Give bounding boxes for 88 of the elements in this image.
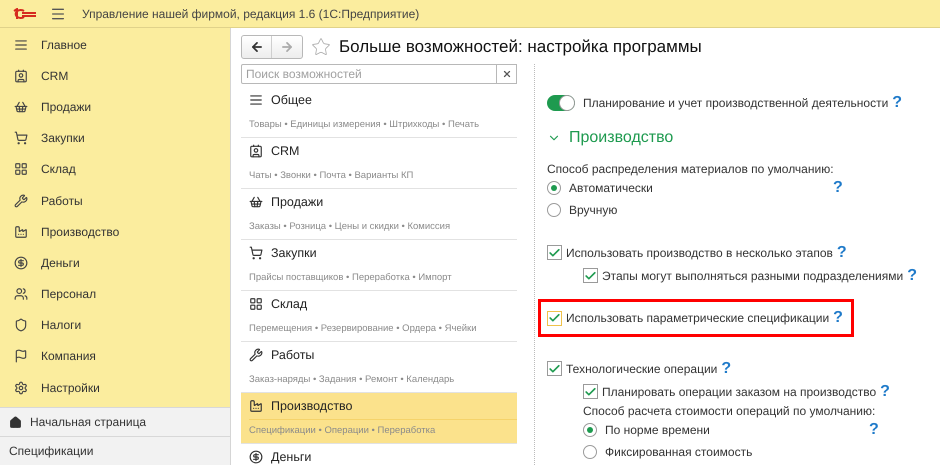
sidebar-item[interactable]: Главное xyxy=(0,29,230,60)
grid-icon xyxy=(14,162,28,176)
home-link[interactable]: Начальная страница xyxy=(0,407,230,436)
wrench-icon xyxy=(249,348,263,362)
clear-button[interactable] xyxy=(497,64,517,84)
grid-icon xyxy=(249,297,263,311)
category-item[interactable]: Общее Товары • Единицы измерения • Штрихкоды • Печать xyxy=(241,87,517,138)
sidebar-item[interactable]: Настройки xyxy=(0,372,230,404)
sidebar-item[interactable]: Деньги xyxy=(0,247,230,278)
category-item[interactable]: Деньги xyxy=(241,444,517,465)
close-icon xyxy=(502,69,512,79)
open-tab[interactable]: Спецификации xyxy=(0,436,230,465)
lines-icon xyxy=(14,38,28,52)
contact-card-icon xyxy=(249,144,263,158)
help-link[interactable]: ? xyxy=(836,240,847,264)
sidebar-item[interactable]: Производство xyxy=(0,216,230,248)
setting-label: Способ расчета стоимости операций по умолчанию: xyxy=(583,403,876,420)
category-subtitle: Перемещения • Резервирование • Ордера • Ячейки xyxy=(249,322,476,336)
search-field[interactable]: Поиск возможностей xyxy=(241,64,497,84)
star-icon[interactable] xyxy=(311,37,331,57)
wrench-icon xyxy=(14,194,28,208)
sidebar-item[interactable]: CRM xyxy=(0,60,230,92)
radio-button[interactable] xyxy=(547,181,561,195)
help-link[interactable]: ? xyxy=(880,380,890,404)
checkbox[interactable] xyxy=(583,384,598,399)
category-subtitle: Товары • Единицы измерения • Штрихкоды • Печать xyxy=(249,118,480,132)
category-subtitle: Заказы • Розница • Цены и скидки • Комиссия xyxy=(249,220,450,234)
home-icon xyxy=(9,416,22,428)
setting-label: Способ распределения материалов по умолчанию: xyxy=(547,161,834,178)
cart-icon xyxy=(14,131,28,146)
checkbox-label[interactable]: Технологические операции xyxy=(566,360,718,378)
sidebar-item[interactable]: Персонал xyxy=(0,278,230,310)
checkbox-label[interactable]: Планировать операции заказом на производство xyxy=(602,382,876,400)
factory-icon xyxy=(14,224,28,239)
checkbox[interactable] xyxy=(547,361,562,376)
checkbox-label[interactable]: Использовать параметрические спецификации xyxy=(566,309,830,327)
category-subtitle: Прайсы поставщиков • Переработка • Импорт xyxy=(249,270,452,285)
checkbox[interactable] xyxy=(547,310,562,326)
page-title: Больше возможностей: настройка программы xyxy=(339,36,702,58)
sidebar-item[interactable]: Закупки xyxy=(0,122,230,154)
settings-icon xyxy=(14,380,28,395)
coin-icon xyxy=(249,450,263,464)
shield-icon xyxy=(14,318,28,332)
help-link[interactable]: ? xyxy=(833,306,843,330)
factory-icon xyxy=(249,399,263,413)
lines-icon xyxy=(249,93,263,107)
category-item[interactable]: Закупки Прайсы поставщиков • Переработка • Импорт xyxy=(241,240,517,291)
logo-icon xyxy=(12,8,38,20)
menu-icon[interactable] xyxy=(50,6,66,22)
category-item[interactable]: Производство Спецификации • Операции • Переработка xyxy=(241,393,517,444)
help-link[interactable]: ? xyxy=(721,356,732,380)
category-subtitle: Чаты • Звонки • Почта • Варианты КП xyxy=(249,168,414,183)
category-subtitle: Спецификации • Операции • Переработка xyxy=(249,424,436,438)
cart-icon xyxy=(249,246,263,260)
flag-icon xyxy=(14,349,28,364)
category-item[interactable]: Склад Перемещения • Резервирование • Ордера • Ячейки xyxy=(241,291,517,342)
basket-icon xyxy=(249,195,263,209)
basket-icon xyxy=(14,100,28,114)
sidebar-item[interactable]: Компания xyxy=(0,340,230,372)
radio-button[interactable] xyxy=(583,445,597,459)
radio-button[interactable] xyxy=(547,203,561,217)
radio-button[interactable] xyxy=(583,423,597,437)
radio-label[interactable]: Вручную xyxy=(569,201,829,219)
category-item[interactable]: CRM Чаты • Звонки • Почта • Варианты КП xyxy=(241,138,517,189)
sidebar-item[interactable]: Налоги xyxy=(0,310,230,341)
toggle-switch[interactable] xyxy=(547,95,575,111)
coin-icon xyxy=(14,256,28,270)
checkbox[interactable] xyxy=(547,245,562,260)
category-item[interactable]: Продажи Заказы • Розница • Цены и скидки • Комиссия xyxy=(241,189,517,240)
setting-label: Планирование и учет производственной деятельности xyxy=(583,95,888,112)
help-link[interactable]: ? xyxy=(833,176,843,200)
radio-label[interactable]: Автоматически xyxy=(569,179,829,197)
radio-label[interactable]: Фиксированная стоимость xyxy=(605,443,865,461)
people-icon xyxy=(14,287,28,302)
contact-card-icon xyxy=(14,68,28,83)
checkbox-label[interactable]: Использовать производство в несколько этапов xyxy=(566,244,833,262)
category-subtitle: Заказ-наряды • Задания • Ремонт • Календарь xyxy=(249,372,454,387)
help-link[interactable]: ? xyxy=(907,264,917,288)
sidebar-item[interactable]: Склад xyxy=(0,154,230,185)
help-link[interactable]: ? xyxy=(892,91,902,115)
checkbox[interactable] xyxy=(583,268,598,283)
checkbox-label[interactable]: Этапы могут выполняться разными подразделениями xyxy=(602,266,904,284)
window-title: Управление нашей фирмой, редакция 1.6 (1С:Предприятие) xyxy=(82,6,420,22)
help-link[interactable]: ? xyxy=(869,418,879,442)
sidebar-item[interactable]: Продажи xyxy=(0,91,230,123)
sidebar-item[interactable]: Работы xyxy=(0,184,230,216)
radio-label[interactable]: По норме времени xyxy=(605,421,865,439)
section-title[interactable]: Производство xyxy=(569,126,674,150)
